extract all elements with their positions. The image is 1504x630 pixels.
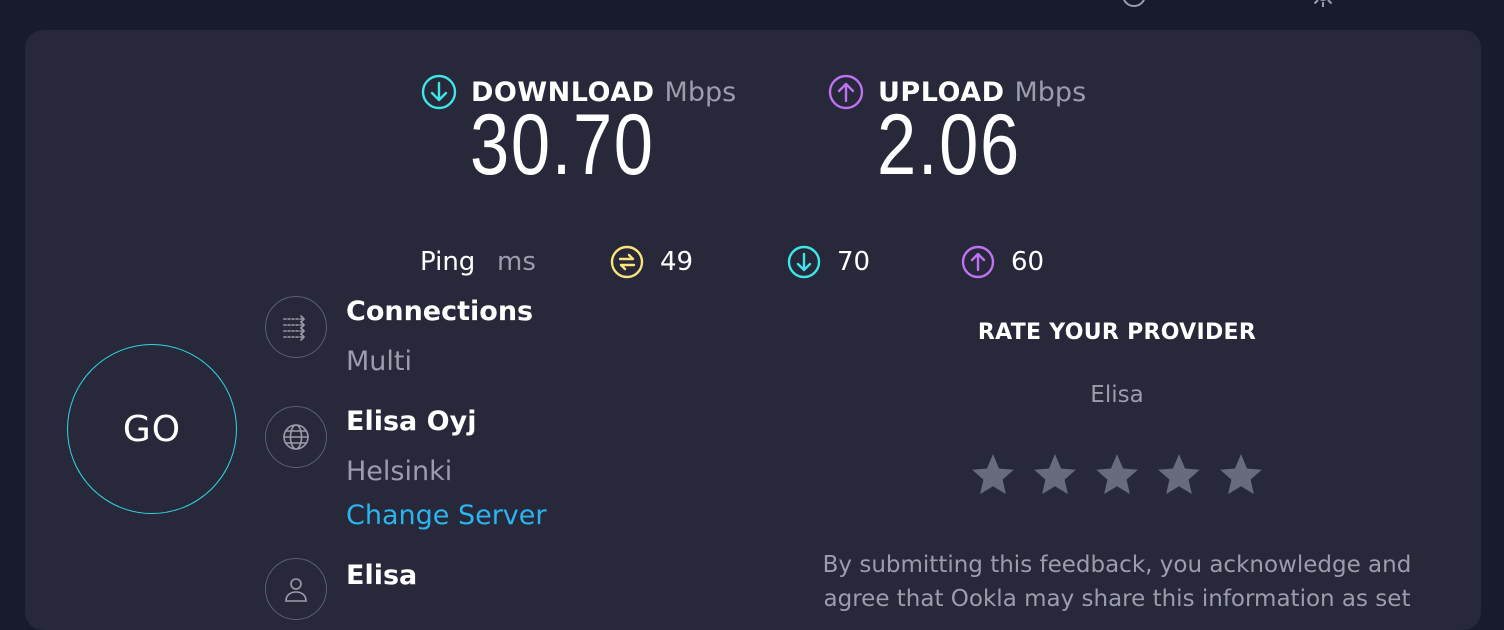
upload-latency-icon <box>961 245 995 279</box>
ping-upload-value: 60 <box>1011 247 1045 277</box>
connections-value: Multi <box>346 346 412 377</box>
ping-idle: 49 <box>610 245 693 279</box>
star-icon[interactable] <box>1216 450 1266 500</box>
ping-upload: 60 <box>961 245 1044 279</box>
star-icon[interactable] <box>968 450 1018 500</box>
connections-title: Connections <box>346 296 534 327</box>
ping-download: 70 <box>787 245 870 279</box>
ping-download-value: 70 <box>837 247 871 277</box>
server-name: Elisa Oyj <box>346 406 477 437</box>
upload-value: 2.06 <box>877 97 1021 193</box>
upload-unit: Mbps <box>1014 76 1087 108</box>
rate-title: RATE YOUR PROVIDER <box>977 320 1257 345</box>
user-icon <box>265 558 327 620</box>
top-toolbar <box>0 0 1504 8</box>
download-arrow-icon <box>421 74 457 110</box>
download-latency-icon <box>787 245 821 279</box>
globe-icon <box>265 406 327 468</box>
ping-idle-value: 49 <box>660 247 694 277</box>
star-icon[interactable] <box>1030 450 1080 500</box>
star-icon[interactable] <box>1154 450 1204 500</box>
change-server-link[interactable]: Change Server <box>346 500 547 531</box>
upload-arrow-icon <box>828 74 864 110</box>
star-rating <box>968 450 1278 500</box>
star-icon[interactable] <box>1092 450 1142 500</box>
speedtest-card: DOWNLOAD Mbps 30.70 UPLOAD Mbps 2.06 Pin… <box>25 30 1481 630</box>
ping-unit: ms <box>497 247 536 277</box>
rate-provider-name: Elisa <box>1090 382 1144 408</box>
download-value: 30.70 <box>470 97 655 193</box>
ping-label: Ping <box>420 247 476 277</box>
server-location: Helsinki <box>346 456 453 487</box>
download-unit: Mbps <box>664 76 737 108</box>
provider-name: Elisa <box>346 560 418 591</box>
idle-latency-icon <box>610 245 644 279</box>
connections-icon[interactable] <box>265 296 327 358</box>
go-button[interactable]: GO <box>67 344 237 514</box>
settings-icon[interactable] <box>1310 0 1336 8</box>
history-icon[interactable] <box>1121 0 1147 8</box>
